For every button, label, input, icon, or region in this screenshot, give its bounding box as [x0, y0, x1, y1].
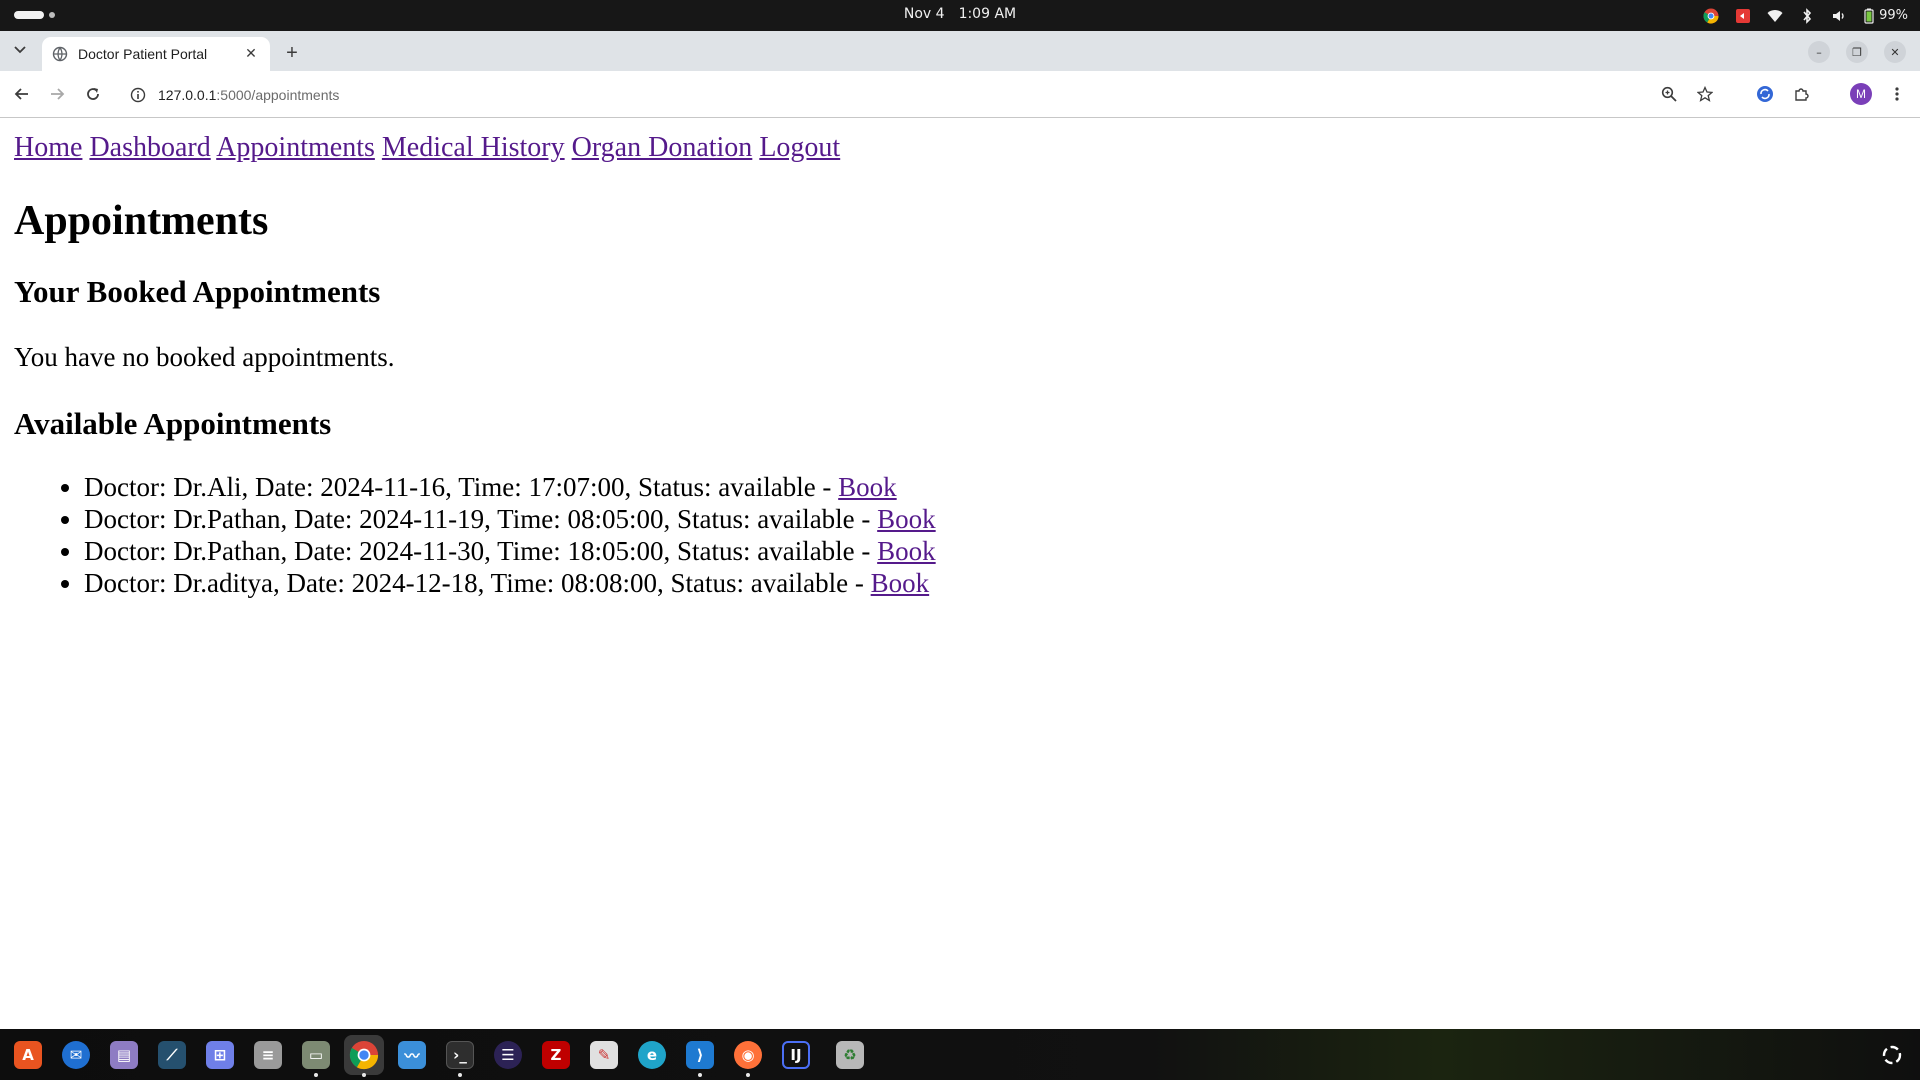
reload-button[interactable]	[82, 83, 104, 105]
extension-sync-icon[interactable]	[1754, 83, 1776, 105]
terminal-icon[interactable]: ›_	[440, 1035, 480, 1077]
book-appointment-link[interactable]: Book	[877, 504, 936, 534]
tab-title: Doctor Patient Portal	[78, 46, 208, 62]
vscode-icon[interactable]: ⟩	[680, 1035, 720, 1077]
toolbar-actions: M	[1658, 83, 1908, 105]
restore-button[interactable]: ❐	[1846, 41, 1868, 63]
eclipse-icon[interactable]: ☰	[488, 1035, 528, 1075]
nav-logout-link[interactable]: Logout	[759, 132, 840, 163]
nav-dashboard-link[interactable]: Dashboard	[89, 132, 210, 163]
appointment-item: Doctor: Dr.Pathan, Date: 2024-11-19, Tim…	[84, 503, 1906, 535]
appointment-details: Doctor: Dr.Pathan, Date: 2024-11-19, Tim…	[84, 504, 878, 534]
forward-arrow-icon	[51, 88, 65, 100]
clock-time: 1:09 AM	[958, 6, 1017, 22]
minimize-button[interactable]: –	[1808, 41, 1830, 63]
os-top-bar: Nov 4 1:09 AM 99%	[0, 0, 1920, 31]
battery-percent: 99%	[1879, 8, 1908, 23]
zoom-icon[interactable]	[1658, 83, 1680, 105]
volume-icon[interactable]	[1831, 8, 1847, 24]
chevron-down-icon	[14, 46, 26, 54]
url-text[interactable]: 127.0.0.1:5000/appointments	[158, 87, 339, 103]
system-monitor-icon[interactable]: 〰	[392, 1035, 432, 1075]
wifi-icon[interactable]	[1767, 8, 1783, 24]
forward-button[interactable]	[46, 83, 68, 105]
page-title: Appointments	[14, 198, 269, 244]
site-info-icon[interactable]	[126, 83, 150, 107]
taskbar-dock: A ✉ ▤ ⟋ ⊞ ≡ ▭ 〰 ›_ ☰ Z ✎ e ⟩ ◉ IJ ♻	[0, 1029, 1920, 1080]
clock-date: Nov 4	[903, 6, 945, 22]
url-host: 127.0.0.1	[158, 86, 217, 103]
app-center-icon[interactable]: A	[8, 1035, 48, 1075]
disk-utility-icon[interactable]: ▤	[104, 1035, 144, 1075]
kebab-menu-icon[interactable]	[1886, 83, 1908, 105]
show-apps-icon[interactable]	[1878, 1041, 1906, 1069]
close-tab-icon[interactable]: ✕	[242, 45, 260, 63]
tab-search-button[interactable]	[8, 38, 32, 62]
url-path: :5000/appointments	[216, 86, 340, 103]
nav-organ-donation-link[interactable]: Organ Donation	[572, 132, 753, 163]
appointment-details: Doctor: Dr.aditya, Date: 2024-12-18, Tim…	[84, 568, 871, 598]
profile-avatar[interactable]: M	[1850, 83, 1872, 105]
reload-icon	[87, 88, 99, 100]
page-viewport: Home Dashboard Appointments Medical Hist…	[0, 119, 1920, 1029]
firefox-icon[interactable]: ◉	[728, 1035, 768, 1077]
nav-appointments-link[interactable]: Appointments	[216, 132, 375, 163]
site-nav: Home Dashboard Appointments Medical Hist…	[14, 130, 1906, 166]
system-tray[interactable]: 99%	[1703, 5, 1908, 26]
nav-home-link[interactable]: Home	[14, 132, 82, 163]
bluetooth-icon[interactable]	[1799, 7, 1815, 24]
trash-icon[interactable]: ♻	[830, 1035, 870, 1075]
appointment-item: Doctor: Dr.aditya, Date: 2024-12-18, Tim…	[84, 567, 1906, 599]
appointment-item: Doctor: Dr.Pathan, Date: 2024-11-30, Tim…	[84, 535, 1906, 567]
battery-indicator[interactable]: 99%	[1863, 8, 1908, 24]
database-icon[interactable]: ≡	[248, 1035, 288, 1075]
browser-toolbar: 127.0.0.1:5000/appointments M	[0, 71, 1920, 118]
nav-medical-history-link[interactable]: Medical History	[382, 132, 565, 163]
filezilla-icon[interactable]: Z	[536, 1035, 576, 1075]
back-arrow-icon	[14, 88, 28, 100]
appointment-item: Doctor: Dr.Ali, Date: 2024-11-16, Time: …	[84, 471, 1906, 503]
appointment-details: Doctor: Dr.Ali, Date: 2024-11-16, Time: …	[84, 472, 839, 502]
close-window-button[interactable]: ✕	[1884, 41, 1906, 63]
new-tab-button[interactable]: +	[280, 41, 304, 65]
browser-tab-strip: Doctor Patient Portal ✕ + – ❐ ✕	[0, 31, 1920, 71]
chrome-tray-icon[interactable]	[1703, 8, 1719, 24]
edge-icon[interactable]: e	[632, 1035, 672, 1075]
screenshot-tool-icon[interactable]: ⊞	[200, 1035, 240, 1075]
booked-appointments-empty-message: You have no booked appointments.	[14, 342, 395, 372]
book-appointment-link[interactable]: Book	[877, 536, 936, 566]
window-controls: – ❐ ✕	[1808, 41, 1906, 63]
available-appointments-heading: Available Appointments	[14, 406, 332, 441]
back-button[interactable]	[11, 83, 33, 105]
thunderbird-icon[interactable]: ✉	[56, 1035, 96, 1075]
files-icon[interactable]: ▭	[296, 1035, 336, 1077]
address-bar[interactable]: 127.0.0.1:5000/appointments	[120, 78, 1740, 111]
bookmark-star-icon[interactable]	[1694, 83, 1716, 105]
intellij-icon[interactable]: IJ	[776, 1035, 816, 1075]
appointment-details: Doctor: Dr.Pathan, Date: 2024-11-30, Tim…	[84, 536, 878, 566]
screen-record-icon[interactable]	[1735, 8, 1751, 24]
booked-appointments-heading: Your Booked Appointments	[14, 274, 381, 309]
chrome-icon[interactable]	[344, 1035, 384, 1077]
mysql-workbench-icon[interactable]: ⟋	[152, 1035, 192, 1075]
battery-icon	[1864, 8, 1874, 24]
clock[interactable]: Nov 4 1:09 AM	[0, 6, 1920, 22]
available-appointments-list: Doctor: Dr.Ali, Date: 2024-11-16, Time: …	[14, 471, 1906, 599]
book-appointment-link[interactable]: Book	[838, 472, 897, 502]
book-appointment-link[interactable]: Book	[871, 568, 930, 598]
tab-doctor-patient-portal[interactable]: Doctor Patient Portal ✕	[42, 37, 270, 71]
extensions-puzzle-icon[interactable]	[1790, 83, 1812, 105]
text-editor-icon[interactable]: ✎	[584, 1035, 624, 1075]
globe-icon	[52, 46, 68, 62]
